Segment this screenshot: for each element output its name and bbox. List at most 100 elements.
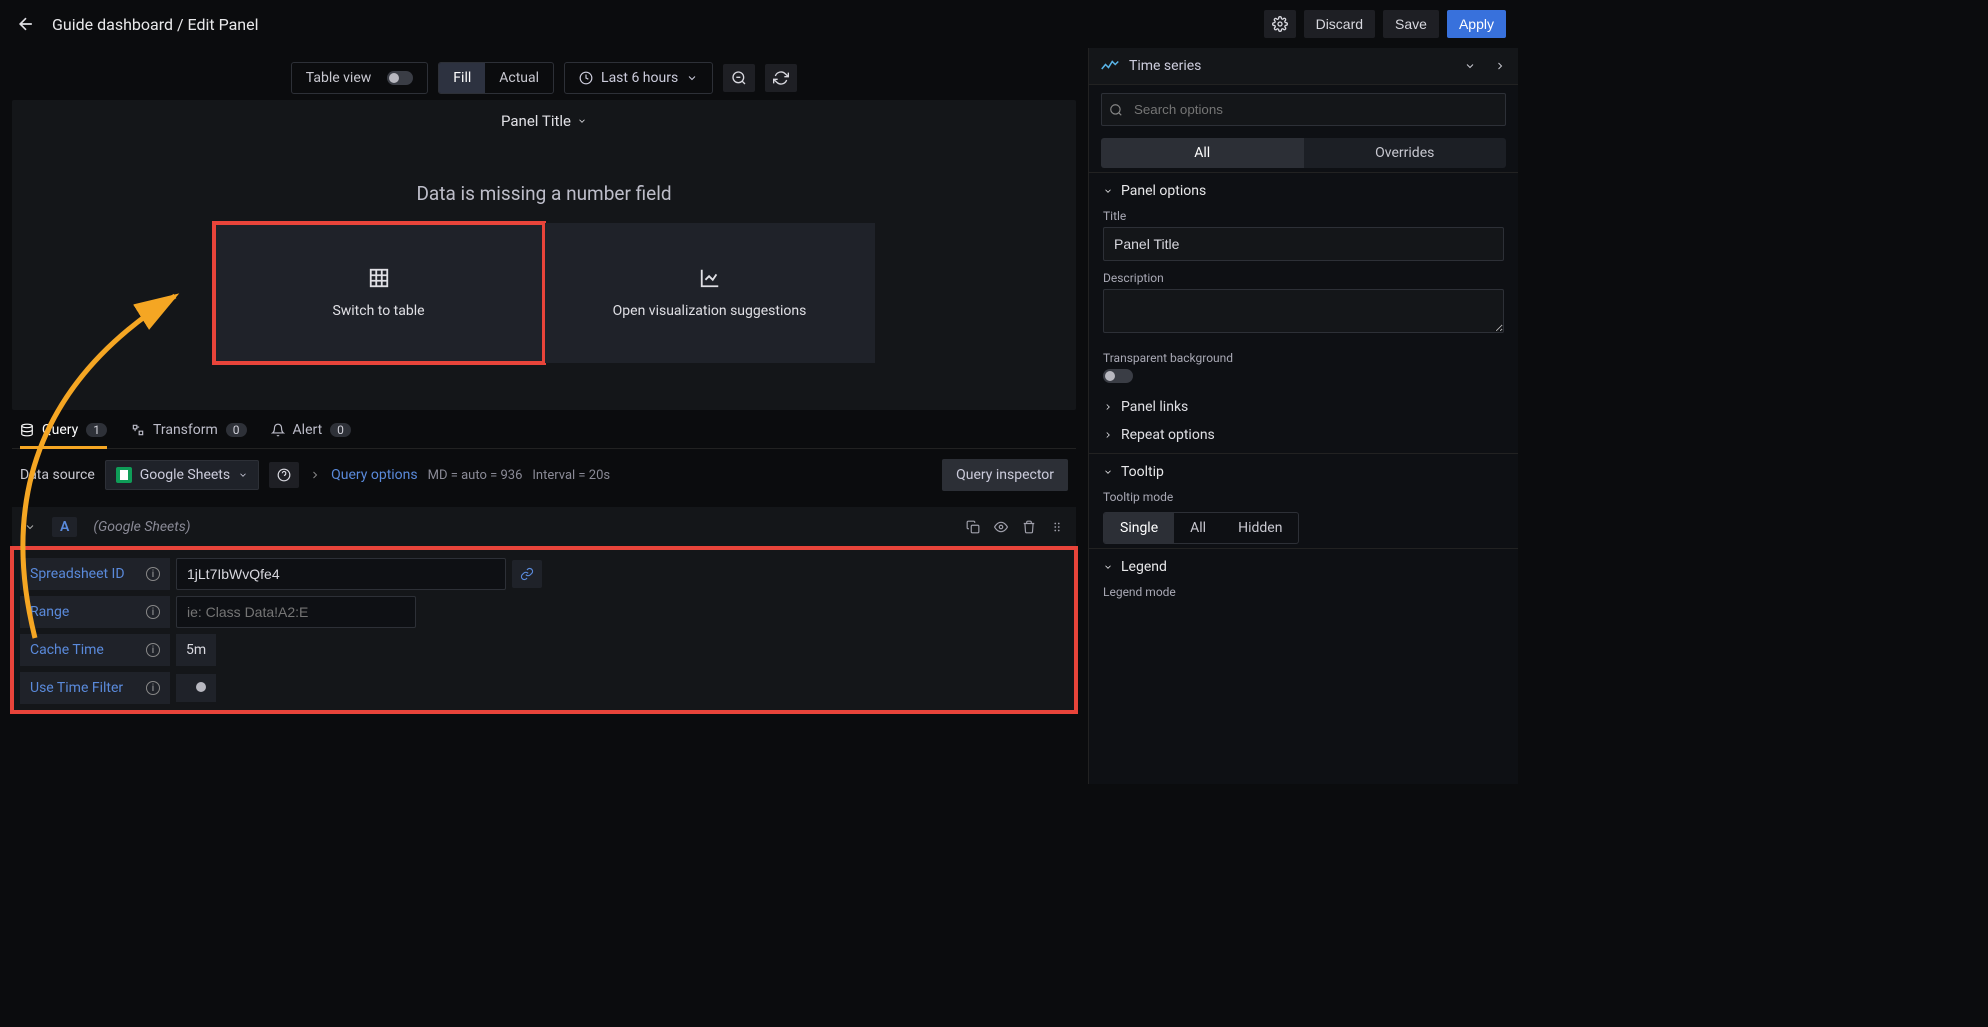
chevron-right-icon[interactable]	[1494, 60, 1506, 72]
chevron-right-icon	[309, 469, 321, 481]
interval-info: Interval = 20s	[532, 468, 610, 483]
database-icon	[20, 423, 34, 437]
table-icon	[368, 267, 390, 289]
panel-options-header[interactable]: Panel options	[1103, 183, 1504, 199]
transform-icon	[131, 423, 145, 437]
toggle-off-icon	[387, 71, 413, 85]
spreadsheet-id-input[interactable]	[176, 558, 506, 590]
apply-button[interactable]: Apply	[1447, 10, 1506, 38]
back-arrow-icon[interactable]	[12, 10, 40, 38]
chevron-down-icon	[238, 470, 248, 480]
description-textarea[interactable]	[1103, 289, 1504, 333]
eye-icon[interactable]	[994, 520, 1008, 534]
tab-alert-label: Alert	[293, 422, 323, 438]
seg-overrides[interactable]: Overrides	[1304, 138, 1507, 168]
chevron-down-icon[interactable]	[24, 521, 36, 533]
open-link-button[interactable]	[512, 560, 542, 588]
panel-visualization: Panel Title Data is missing a number fie…	[12, 100, 1076, 410]
datasource-select[interactable]: Google Sheets	[105, 460, 259, 490]
table-view-label: Table view	[306, 70, 372, 86]
spreadsheet-id-label: Spreadsheet ID i	[20, 558, 170, 590]
legend-header[interactable]: Legend	[1103, 559, 1504, 575]
chevron-right-icon	[1103, 430, 1113, 440]
chevron-down-icon	[1103, 186, 1113, 196]
panel-title[interactable]: Panel Title	[501, 112, 587, 130]
info-icon[interactable]: i	[146, 605, 160, 619]
query-options-link[interactable]: Query options	[331, 467, 418, 483]
info-icon[interactable]: i	[146, 643, 160, 657]
repeat-options-header[interactable]: Repeat options	[1103, 421, 1504, 449]
search-icon	[1109, 103, 1123, 117]
open-suggestions-label: Open visualization suggestions	[613, 303, 807, 319]
bell-icon	[271, 423, 285, 437]
transparent-bg-toggle[interactable]	[1103, 369, 1133, 383]
gear-icon	[1272, 16, 1288, 32]
trash-icon[interactable]	[1022, 520, 1036, 534]
tooltip-all[interactable]: All	[1174, 513, 1222, 543]
range-input[interactable]	[176, 596, 416, 628]
save-button[interactable]: Save	[1383, 10, 1439, 38]
alert-count-badge: 0	[330, 423, 351, 437]
info-icon[interactable]: i	[146, 567, 160, 581]
actual-option[interactable]: Actual	[485, 63, 553, 93]
settings-button[interactable]	[1264, 10, 1296, 38]
tooltip-hidden[interactable]: Hidden	[1222, 513, 1298, 543]
chart-line-icon	[699, 267, 721, 289]
refresh-button[interactable]	[765, 64, 797, 92]
range-label: Range i	[20, 596, 170, 628]
table-view-toggle[interactable]: Table view	[291, 62, 429, 94]
open-suggestions-card[interactable]: Open visualization suggestions	[545, 223, 875, 363]
tooltip-single[interactable]: Single	[1104, 513, 1174, 543]
visualization-picker[interactable]: Time series	[1089, 48, 1518, 85]
search-options-input[interactable]	[1101, 93, 1506, 126]
clock-icon	[579, 71, 593, 85]
tab-transform[interactable]: Transform 0	[131, 422, 247, 448]
zoom-out-icon	[731, 70, 747, 86]
breadcrumb: Guide dashboard / Edit Panel	[52, 15, 259, 34]
tab-query[interactable]: Query 1	[20, 422, 107, 448]
cache-time-label: Cache Time i	[20, 634, 170, 666]
query-count-badge: 1	[86, 423, 107, 437]
legend-mode-label: Legend mode	[1103, 585, 1504, 599]
cache-time-value[interactable]: 5m	[176, 634, 216, 666]
copy-icon[interactable]	[966, 520, 980, 534]
google-sheets-icon	[116, 467, 132, 483]
tab-transform-label: Transform	[153, 422, 218, 438]
info-icon[interactable]: i	[146, 681, 160, 695]
chevron-right-icon	[1103, 402, 1113, 412]
tooltip-mode-group[interactable]: Single All Hidden	[1103, 512, 1299, 544]
tooltip-mode-label: Tooltip mode	[1103, 490, 1504, 504]
datasource-help-button[interactable]	[269, 462, 299, 488]
zoom-out-button[interactable]	[723, 64, 755, 92]
options-segmented[interactable]: All Overrides	[1101, 138, 1506, 168]
transform-count-badge: 0	[226, 423, 247, 437]
tab-alert[interactable]: Alert 0	[271, 422, 351, 448]
query-letter[interactable]: A	[52, 517, 77, 537]
chevron-down-icon	[1103, 467, 1113, 477]
query-inspector-button[interactable]: Query inspector	[942, 459, 1068, 491]
title-field-label: Title	[1103, 209, 1504, 223]
visualization-name: Time series	[1129, 58, 1201, 74]
tooltip-header[interactable]: Tooltip	[1103, 464, 1504, 480]
missing-field-message: Data is missing a number field	[416, 182, 671, 205]
drag-icon[interactable]	[1050, 520, 1064, 534]
transparent-bg-label: Transparent background	[1103, 351, 1504, 365]
description-field-label: Description	[1103, 271, 1504, 285]
datasource-label: Data source	[20, 467, 95, 483]
title-input[interactable]	[1103, 227, 1504, 261]
switch-to-table-card[interactable]: Switch to table	[214, 223, 544, 363]
datasource-name: Google Sheets	[140, 467, 230, 483]
chevron-down-icon[interactable]	[1464, 60, 1476, 72]
seg-all[interactable]: All	[1101, 138, 1304, 168]
question-icon	[277, 468, 291, 482]
tab-query-label: Query	[42, 422, 78, 438]
chevron-down-icon	[577, 116, 587, 126]
md-info: MD = auto = 936	[428, 468, 523, 483]
time-range-picker[interactable]: Last 6 hours	[564, 62, 713, 94]
fill-actual-segmented[interactable]: Fill Actual	[438, 62, 554, 94]
panel-links-header[interactable]: Panel links	[1103, 393, 1504, 421]
fill-option[interactable]: Fill	[439, 63, 485, 93]
query-source-label: (Google Sheets)	[93, 519, 190, 535]
discard-button[interactable]: Discard	[1304, 10, 1375, 38]
time-series-icon	[1101, 59, 1119, 73]
